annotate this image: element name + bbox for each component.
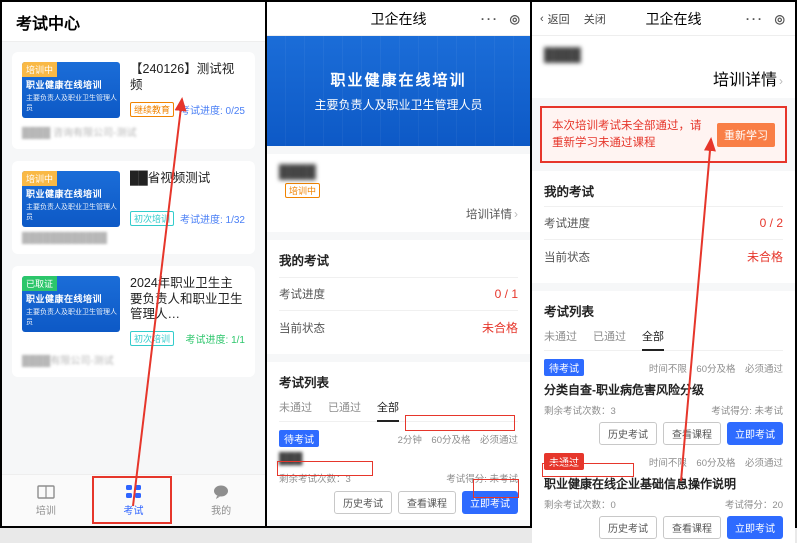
card-subtitle: ████████████: [22, 233, 245, 244]
card-subtitle: ████有限公司-测试: [22, 352, 245, 367]
type-tag: 初次培训: [130, 331, 174, 346]
tab-label: 考试: [124, 502, 144, 517]
remain-count: 剩余考试次数：3: [279, 471, 351, 485]
start-exam-button[interactable]: 立即考试: [727, 422, 783, 445]
score-label: 考试得分：20: [725, 497, 783, 511]
grid-icon: [124, 484, 144, 500]
status-row: 当前状态 未合格: [544, 240, 783, 273]
exam-name: 分类自查-职业病危害风险分级: [544, 381, 783, 398]
status-chip: 未通过: [544, 453, 584, 470]
banner-title: 职业健康在线培训: [330, 69, 466, 90]
banner: 职业健康在线培训 主要负责人及职业卫生管理人员: [267, 36, 530, 146]
exam-row: 未通过 时间不限 60分及格 必须通过 职业健康在线企业基础信息操作说明 剩余考…: [544, 453, 783, 539]
card-title: ██省视频测试: [130, 171, 245, 203]
detail-link[interactable]: 培训详情›: [279, 198, 518, 222]
exam-card-list: 培训中 职业健康在线培训主要负责人及职业卫生管理人员 【240126】测试视频 …: [2, 42, 265, 482]
section-title: 我的考试: [544, 181, 783, 200]
exam-card[interactable]: 培训中 职业健康在线培训主要负责人及职业卫生管理人员 【240126】测试视频 …: [12, 52, 255, 149]
page-title: 考试中心: [2, 2, 265, 42]
tab-training[interactable]: 培训: [2, 475, 90, 526]
alert-box: 本次培训考试未全部通过，请重新学习未通过课程 重新学习: [540, 106, 787, 163]
type-tag: 初次培训: [130, 211, 174, 226]
card-thumbnail: 培训中 职业健康在线培训主要负责人及职业卫生管理人员: [22, 171, 120, 227]
progress-row: 考试进度 0 / 2: [544, 207, 783, 239]
score-label: 考试得分: 未考试: [446, 471, 518, 485]
start-exam-button[interactable]: 立即考试: [462, 491, 518, 514]
card-thumbnail: 培训中 职业健康在线培训主要负责人及职业卫生管理人员: [22, 62, 120, 118]
tab-exam[interactable]: 考试: [90, 475, 178, 526]
card-title: 2024年职业卫生主要负责人和职业卫生管理人…: [130, 276, 245, 323]
section-title: 考试列表: [279, 372, 518, 391]
chat-icon: [211, 484, 231, 500]
status-chip: 待考试: [544, 359, 584, 376]
tab-all[interactable]: 全部: [642, 328, 664, 344]
history-button[interactable]: 历史考试: [599, 422, 657, 445]
org-name: ████: [279, 164, 316, 179]
more-icon[interactable]: ··· ◎: [746, 12, 787, 26]
progress-row: 考试进度 0 / 1: [279, 278, 518, 310]
restudy-button[interactable]: 重新学习: [717, 123, 775, 147]
view-course-button[interactable]: 查看课程: [398, 491, 456, 514]
type-tag: 继续教育: [130, 102, 174, 117]
exam-row: 待考试 2分钟 60分及格 必须通过 ███ 剩余考试次数：3 考试得分: 未考…: [279, 430, 518, 514]
filter-tabs: 未通过 已通过 全部: [279, 391, 518, 422]
back-button[interactable]: ‹返回 关闭: [540, 11, 606, 27]
titlebar: ‹返回 关闭 卫企在线 ··· ◎: [532, 2, 795, 36]
titlebar: 卫企在线 ··· ◎: [267, 2, 530, 36]
exam-card[interactable]: 已取证 职业健康在线培训主要负责人及职业卫生管理人员 2024年职业卫生主要负责…: [12, 266, 255, 377]
exam-row: 待考试 时间不限 60分及格 必须通过 分类自查-职业病危害风险分级 剩余考试次…: [544, 359, 783, 445]
app-title: 卫企在线: [646, 9, 702, 29]
my-exam-section: 我的考试 考试进度 0 / 2 当前状态 未合格: [532, 171, 795, 283]
progress-label: 考试进度: 0/25: [180, 102, 245, 117]
card-subtitle: ████ 咨询有限公司-测试: [22, 124, 245, 139]
status-badge: 培训中: [285, 183, 320, 198]
section-title: 考试列表: [544, 301, 783, 320]
card-title: 【240126】测试视频: [130, 62, 245, 94]
app-title: 卫企在线: [371, 9, 427, 29]
view-course-button[interactable]: 查看课程: [663, 422, 721, 445]
bottom-tabbar: 培训 考试 我的: [2, 474, 265, 526]
tab-me[interactable]: 我的: [177, 475, 265, 526]
tab-label: 培训: [36, 502, 56, 517]
exam-list-section: 考试列表 未通过 已通过 全部 待考试 2分钟 60分及格 必须通过 ███ 剩…: [267, 362, 530, 520]
org-section: ████ 培训中 培训详情›: [267, 154, 530, 232]
pane-training-detail: 卫企在线 ··· ◎ 职业健康在线培训 主要负责人及职业卫生管理人员 ████ …: [266, 1, 531, 527]
status-row: 当前状态 未合格: [279, 311, 518, 344]
section-title: 我的考试: [279, 250, 518, 269]
tab-label: 我的: [211, 502, 231, 517]
thumb-badge: 培训中: [22, 171, 57, 186]
filter-tabs: 未通过 已通过 全部: [544, 320, 783, 351]
more-icon[interactable]: ··· ◎: [481, 12, 522, 26]
tab-fail[interactable]: 未通过: [544, 328, 577, 344]
tab-all[interactable]: 全部: [377, 399, 399, 415]
card-thumbnail: 已取证 职业健康在线培训主要负责人及职业卫生管理人员: [22, 276, 120, 332]
pane-training-detail-fail: ‹返回 关闭 卫企在线 ··· ◎ ████ 培训详情› 本次培训考试未全部通过…: [531, 1, 796, 527]
thumb-badge: 已取证: [22, 276, 57, 291]
tab-fail[interactable]: 未通过: [279, 399, 312, 415]
my-exam-section: 我的考试 考试进度 0 / 1 当前状态 未合格: [267, 240, 530, 354]
tab-pass[interactable]: 已通过: [328, 399, 361, 415]
exam-list-section: 考试列表 未通过 已通过 全部 待考试 时间不限 60分及格 必须通过 分类自查…: [532, 291, 795, 543]
alert-text: 本次培训考试未全部通过，请重新学习未通过课程: [552, 118, 709, 151]
remain-count: 剩余考试次数：3: [544, 403, 616, 417]
status-chip: 待考试: [279, 430, 319, 447]
exam-name: 职业健康在线企业基础信息操作说明: [544, 475, 783, 492]
tab-pass[interactable]: 已通过: [593, 328, 626, 344]
exam-card[interactable]: 培训中 职业健康在线培训主要负责人及职业卫生管理人员 ██省视频测试 初次培训 …: [12, 161, 255, 254]
thumb-badge: 培训中: [22, 62, 57, 77]
progress-label: 考试进度: 1/32: [180, 211, 245, 226]
org-section: ████ 培训详情›: [532, 36, 795, 98]
progress-label: 考试进度: 1/1: [186, 331, 245, 346]
remain-count: 剩余考试次数：0: [544, 497, 616, 511]
org-name: ████: [544, 47, 581, 62]
pane-exam-center: 考试中心 培训中 职业健康在线培训主要负责人及职业卫生管理人员 【240126】…: [1, 1, 266, 527]
history-button[interactable]: 历史考试: [334, 491, 392, 514]
detail-link[interactable]: 培训详情›: [544, 64, 783, 92]
score-label: 考试得分: 未考试: [711, 403, 783, 417]
book-icon: [36, 484, 56, 500]
exam-name: ███: [279, 453, 518, 465]
